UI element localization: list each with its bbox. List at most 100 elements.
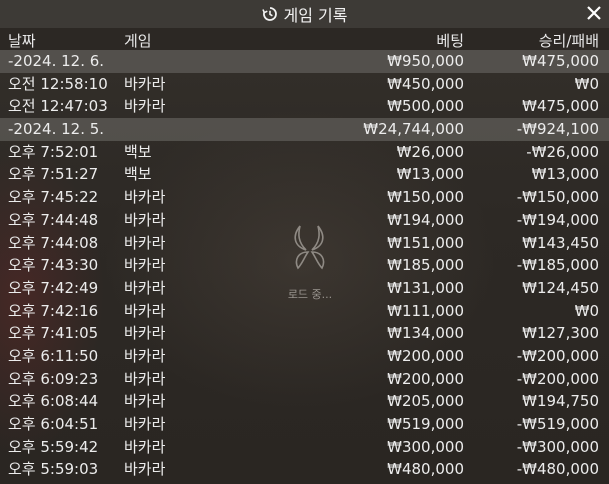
row-time: 오후 7:52:01 [8, 142, 99, 161]
row-date: -2024. 12. 6. [8, 52, 105, 70]
row-result: -₩26,000 [526, 142, 599, 161]
row-game: 백보 [124, 165, 152, 184]
row-time: 오후 7:43:30 [8, 256, 99, 275]
row-time: 오후 7:44:48 [8, 210, 99, 229]
row-time: 오후 5:59:42 [8, 437, 99, 456]
history-row[interactable]: 오후 7:44:48 바카라 ₩194,000 -₩194,000 [0, 209, 609, 232]
history-row[interactable]: 오후 5:59:03 바카라 ₩480,000 -₩480,000 [0, 458, 609, 481]
row-game: 바카라 [124, 256, 166, 275]
row-result: -₩194,000 [516, 210, 599, 229]
row-bet: ₩950,000 [387, 52, 464, 70]
row-bet: ₩24,744,000 [363, 120, 464, 139]
window-title: 게임 기록 [283, 6, 348, 25]
row-result: ₩475,000 [522, 52, 599, 70]
row-bet: ₩200,000 [387, 346, 464, 365]
title-bar: 게임 기록 [0, 0, 609, 28]
row-result: ₩194,750 [522, 392, 599, 411]
history-row[interactable]: 오후 6:09:23 바카라 ₩200,000 -₩200,000 [0, 368, 609, 391]
row-result: -₩185,000 [516, 256, 599, 275]
history-icon [261, 7, 277, 21]
row-game: 바카라 [124, 97, 166, 116]
row-result: ₩0 [574, 301, 599, 320]
history-row[interactable]: 오전 12:47:03 바카라 ₩500,000 ₩475,000 [0, 95, 609, 118]
date-group-row[interactable]: -2024. 12. 5. ₩24,744,000 -₩924,100 [0, 118, 609, 141]
row-bet: ₩205,000 [387, 392, 464, 411]
history-row[interactable]: 오전 12:58:10 바카라 ₩450,000 ₩0 [0, 73, 609, 96]
header-date: 날짜 [8, 32, 36, 50]
row-result: -₩200,000 [516, 346, 599, 365]
row-game: 바카라 [124, 301, 166, 320]
row-game: 바카라 [124, 437, 166, 456]
row-game: 바카라 [124, 278, 166, 297]
row-result: ₩124,450 [522, 278, 599, 297]
row-result: -₩519,000 [516, 415, 599, 433]
row-bet: ₩150,000 [387, 188, 464, 207]
history-row[interactable]: 오후 7:42:49 바카라 ₩131,000 ₩124,450 [0, 277, 609, 300]
row-game: 바카라 [124, 346, 166, 365]
history-row[interactable]: 오후 7:41:05 바카라 ₩134,000 ₩127,300 [0, 322, 609, 345]
header-result: 승리/패배 [538, 32, 599, 50]
row-bet: ₩300,000 [387, 437, 464, 456]
row-time: 오후 7:42:16 [8, 301, 99, 320]
row-bet: ₩13,000 [396, 165, 464, 184]
row-result: -₩300,000 [516, 437, 599, 456]
history-row[interactable]: 오후 7:51:27 백보 ₩13,000 ₩13,000 [0, 163, 609, 186]
row-result: -₩924,100 [516, 120, 599, 139]
row-bet: ₩194,000 [387, 210, 464, 229]
row-time: 오전 12:58:10 [8, 74, 108, 93]
row-time: 오후 7:51:27 [8, 165, 99, 184]
history-list[interactable]: -2024. 12. 6. ₩950,000 ₩475,000 오전 12:58:10… [0, 50, 609, 481]
row-time: 오후 7:44:08 [8, 233, 99, 252]
row-bet: ₩480,000 [387, 460, 464, 479]
row-bet: ₩450,000 [387, 74, 464, 93]
close-button[interactable] [583, 2, 605, 24]
row-bet: ₩134,000 [387, 324, 464, 343]
history-row[interactable]: 오후 7:42:16 바카라 ₩111,000 ₩0 [0, 300, 609, 323]
date-group-row[interactable]: -2024. 12. 6. ₩950,000 ₩475,000 [0, 50, 609, 73]
history-row[interactable]: 오후 6:11:50 바카라 ₩200,000 -₩200,000 [0, 345, 609, 368]
row-game: 백보 [124, 142, 152, 161]
row-bet: ₩151,000 [387, 233, 464, 252]
row-time: 오후 6:11:50 [8, 346, 99, 365]
history-row[interactable]: 오후 6:04:51 바카라 ₩519,000 -₩519,000 [0, 413, 609, 436]
row-time: 오후 7:45:22 [8, 188, 99, 207]
history-row[interactable]: 오후 7:45:22 바카라 ₩150,000 -₩150,000 [0, 186, 609, 209]
row-time: 오전 12:47:03 [8, 97, 108, 116]
row-bet: ₩185,000 [387, 256, 464, 275]
history-row[interactable]: 오후 7:44:08 바카라 ₩151,000 ₩143,450 [0, 232, 609, 255]
header-game: 게임 [124, 32, 152, 50]
row-result: -₩200,000 [516, 369, 599, 388]
row-result: ₩475,000 [522, 97, 599, 116]
history-row[interactable]: 오후 5:59:42 바카라 ₩300,000 -₩300,000 [0, 436, 609, 459]
row-game: 바카라 [124, 233, 166, 252]
header-bet: 베팅 [436, 32, 464, 50]
close-icon [587, 6, 601, 20]
row-time: 오후 5:59:03 [8, 460, 99, 479]
row-bet: ₩26,000 [396, 142, 464, 161]
row-result: ₩0 [574, 74, 599, 93]
row-result: ₩127,300 [522, 324, 599, 343]
row-time: 오후 6:09:23 [8, 369, 99, 388]
title-group: 게임 기록 [261, 2, 348, 26]
row-game: 바카라 [124, 74, 166, 93]
row-result: -₩480,000 [516, 460, 599, 479]
row-bet: ₩200,000 [387, 369, 464, 388]
row-game: 바카라 [124, 188, 166, 207]
history-row[interactable]: 오후 7:43:30 바카라 ₩185,000 -₩185,000 [0, 254, 609, 277]
column-header: 날짜 게임 베팅 승리/패배 [0, 28, 609, 50]
row-date: -2024. 12. 5. [8, 120, 105, 139]
row-result: ₩143,450 [522, 233, 599, 252]
row-game: 바카라 [124, 392, 166, 411]
row-time: 오후 7:42:49 [8, 278, 99, 297]
row-bet: ₩131,000 [387, 278, 464, 297]
row-time: 오후 6:04:51 [8, 415, 99, 433]
row-game: 바카라 [124, 415, 166, 433]
row-game: 바카라 [124, 369, 166, 388]
row-bet: ₩111,000 [387, 301, 464, 320]
row-bet: ₩519,000 [387, 415, 464, 433]
history-row[interactable]: 오후 7:52:01 백보 ₩26,000 -₩26,000 [0, 141, 609, 164]
row-result: ₩13,000 [531, 165, 599, 184]
history-row[interactable]: 오후 6:08:44 바카라 ₩205,000 ₩194,750 [0, 390, 609, 413]
row-time: 오후 6:08:44 [8, 392, 99, 411]
row-result: -₩150,000 [516, 188, 599, 207]
